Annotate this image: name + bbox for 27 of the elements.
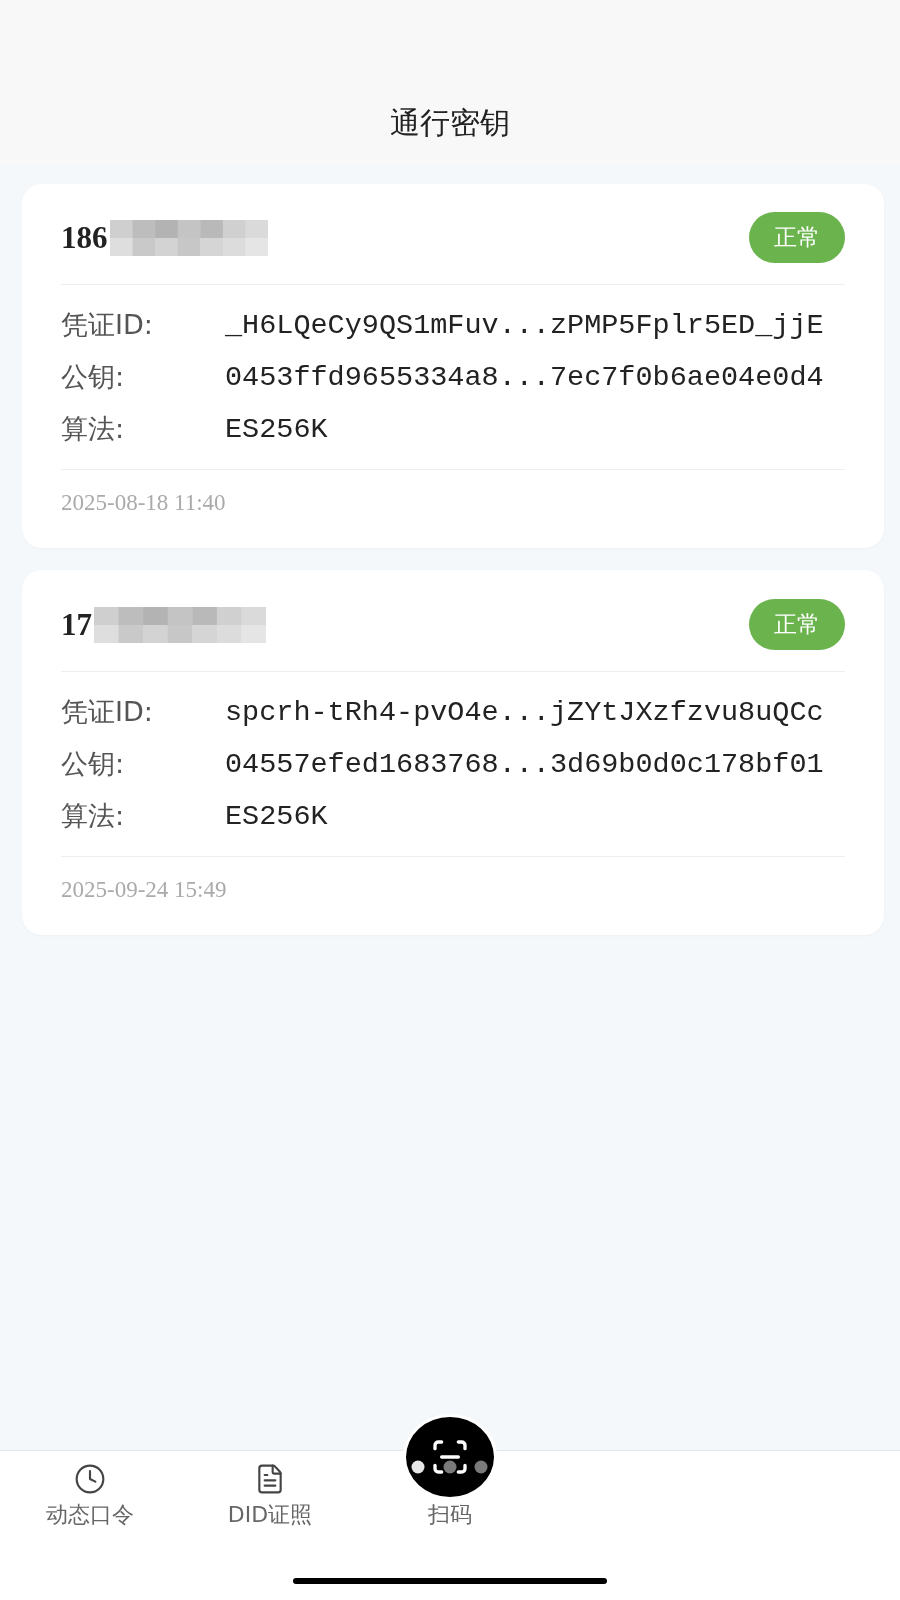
page-title: 通行密钥 (390, 104, 510, 142)
field-value: _H6LQeCy9QS1mFuv...zPMP5Fplr5ED_jjE (225, 308, 824, 342)
scan-icon (430, 1437, 470, 1477)
tab-label[interactable]: 扫码 (428, 1502, 472, 1528)
tab-label[interactable]: 动态口令 (46, 1502, 134, 1528)
field-value: ES256K (225, 799, 328, 833)
account-number: 17 (61, 606, 92, 643)
created-time: 2025-08-18 11:40 (61, 489, 226, 517)
status-badge: 正常 (749, 212, 845, 263)
account-number: 186 (61, 219, 108, 256)
created-time: 2025-09-24 15:49 (61, 876, 227, 904)
field-label: 公钥: (61, 747, 126, 781)
field-label: 公钥: (61, 360, 126, 394)
clock-icon[interactable] (74, 1463, 106, 1495)
tab-label[interactable]: DID证照 (227, 1502, 313, 1528)
field-label: 算法: (61, 799, 126, 833)
field-label: 凭证ID: (61, 695, 154, 729)
pixel-mosaic-icon (109, 219, 268, 256)
pixel-mosaic-icon (94, 606, 266, 643)
pager-dots-icon (411, 1460, 488, 1474)
status-badge: 正常 (749, 599, 845, 650)
field-value: 04557efed1683768...3d69b0d0c178bf01 (225, 747, 824, 781)
field-value: spcrh-tRh4-pvO4e...jZYtJXzfzvu8uQCc (225, 695, 824, 729)
field-label: 算法: (61, 412, 126, 446)
field-value: ES256K (225, 412, 328, 446)
field-value: 0453ffd9655334a8...7ec7f0b6ae04e0d4 (225, 360, 824, 394)
field-label: 凭证ID: (61, 308, 154, 342)
